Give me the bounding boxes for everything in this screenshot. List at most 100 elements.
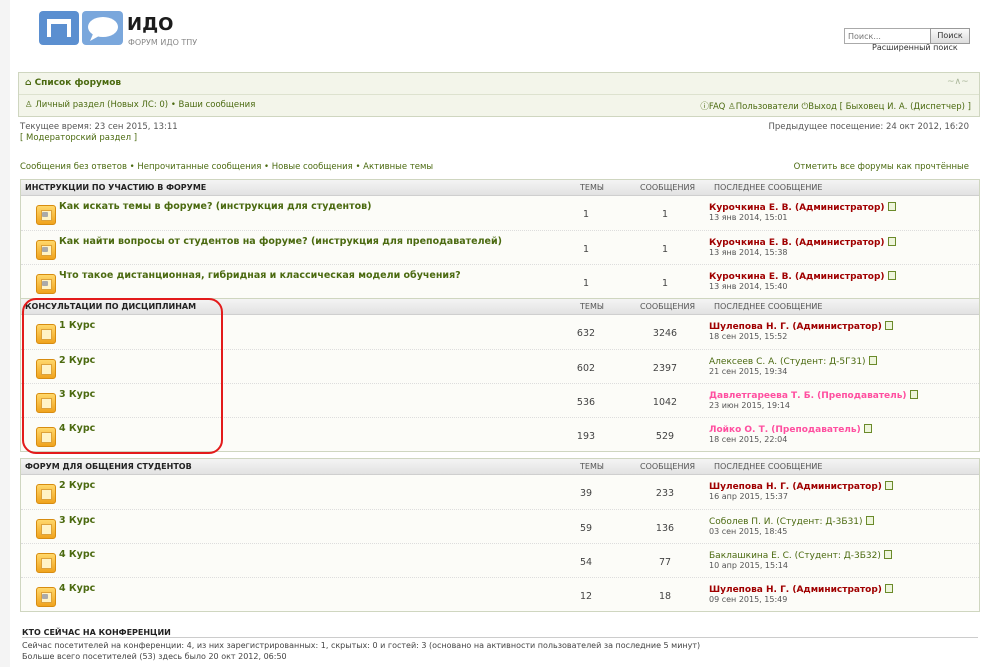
last-post-author[interactable]: Курочкина Е. В. (Администратор) (709, 271, 896, 282)
search-input[interactable] (844, 28, 934, 44)
last-post-author[interactable]: Шулепова Н. Г. (Администратор) (709, 584, 893, 595)
topic-count: 12 (579, 591, 593, 602)
last-post-author-name: Баклашкина Е. С. (Студент: Д-3Б32) (709, 551, 881, 561)
view-latest-post-icon[interactable] (868, 356, 877, 365)
last-post-author[interactable]: Курочкина Е. В. (Администратор) (709, 202, 896, 213)
your-posts-link[interactable]: Ваши сообщения (179, 100, 256, 110)
section-header: ИНСТРУКЦИИ ПО УЧАСТИЮ В ФОРУМЕ ТЕМЫ СООБЩЕ… (21, 180, 979, 196)
post-count: 1042 (652, 397, 678, 408)
section-title[interactable]: ИНСТРУКЦИИ ПО УЧАСТИЮ В ФОРУМЕ (25, 183, 206, 192)
forum-icon (36, 519, 56, 539)
forum-title-link[interactable]: 3 Курс (59, 515, 95, 526)
column-topics: ТЕМЫ (580, 183, 604, 192)
last-post-author-name: Лойко О. Т. (Преподаватель) (709, 425, 861, 435)
column-last-post: ПОСЛЕДНЕЕ СООБЩЕНИЕ (714, 302, 823, 311)
search-button[interactable]: Поиск (930, 28, 970, 44)
section-title[interactable]: ФОРУМ ДЛЯ ОБЩЕНИЯ СТУДЕНТОВ (25, 462, 192, 471)
quick-links[interactable]: Сообщения без ответов • Непрочитанные со… (20, 162, 433, 172)
column-topics: ТЕМЫ (580, 302, 604, 311)
last-visit: Предыдущее посещение: 24 окт 2012, 16:20 (768, 122, 970, 132)
forum-icon (36, 484, 56, 504)
last-post-author[interactable]: Лойко О. Т. (Преподаватель) (709, 424, 872, 435)
forum-title-link[interactable]: Что такое дистанционная, гибридная и кла… (59, 270, 461, 281)
page: ИДО ФОРУМ ИДО ТПУ Поиск Расширенный поис… (10, 0, 981, 667)
last-post-date: 16 апр 2015, 15:37 (709, 492, 788, 501)
last-post-author-name: Шулепова Н. Г. (Администратор) (709, 585, 882, 595)
navbar-divider (19, 94, 979, 95)
post-count: 136 (655, 523, 675, 534)
view-latest-post-icon[interactable] (887, 202, 896, 211)
forum-locked-icon (36, 274, 56, 294)
forum-title-link[interactable]: Как искать темы в форуме? (инструкция дл… (59, 201, 371, 212)
topic-count: 602 (576, 363, 596, 374)
current-time: Текущее время: 23 сен 2015, 13:11 (20, 122, 178, 132)
last-post-author[interactable]: Шулепова Н. Г. (Администратор) (709, 321, 893, 332)
last-post-author[interactable]: Соболев П. И. (Студент: Д-3Б31) (709, 516, 874, 527)
forum-index-link[interactable]: ⌂ Список форумов (25, 78, 121, 88)
forum-row: Что такое дистанционная, гибридная и кла… (21, 264, 979, 298)
column-last-post: ПОСЛЕДНЕЕ СООБЩЕНИЕ (714, 462, 823, 471)
last-post-author-name: Курочкина Е. В. (Администратор) (709, 203, 885, 213)
column-posts: СООБЩЕНИЯ (640, 183, 696, 192)
last-post-date: 13 янв 2014, 15:38 (709, 248, 788, 257)
post-count: 77 (658, 557, 672, 568)
view-latest-post-icon[interactable] (884, 481, 893, 490)
last-post-author-name: Давлетгареева Т. Б. (Преподаватель) (709, 391, 907, 401)
last-post-date: 18 сен 2015, 22:04 (709, 435, 788, 444)
view-latest-post-icon[interactable] (887, 271, 896, 280)
post-count: 2397 (652, 363, 678, 374)
forum-icon (36, 553, 56, 573)
view-latest-post-icon[interactable] (865, 516, 874, 525)
last-post-author-name: Алексеев С. А. (Студент: Д-5Г31) (709, 357, 866, 367)
mark-all-read-link[interactable]: Отметить все форумы как прочтённые (794, 162, 969, 172)
site-title: ИДО (127, 14, 174, 35)
home-icon: ⌂ (25, 78, 35, 88)
forum-title-link[interactable]: 2 Курс (59, 480, 95, 491)
site-logo[interactable] (38, 10, 124, 46)
topic-count: 536 (576, 397, 596, 408)
last-post-author[interactable]: Давлетгареева Т. Б. (Преподаватель) (709, 390, 918, 401)
last-post-date: 18 сен 2015, 15:52 (709, 332, 788, 341)
last-post-author[interactable]: Алексеев С. А. (Студент: Д-5Г31) (709, 356, 877, 367)
post-count: 529 (655, 431, 675, 442)
navbar-left: ♙ Личный раздел (Новых ЛС: 0) • Ваши соо… (25, 100, 255, 110)
last-post-author[interactable]: Курочкина Е. В. (Администратор) (709, 237, 896, 248)
topic-count: 1 (582, 209, 590, 220)
view-latest-post-icon[interactable] (887, 237, 896, 246)
private-messages-link[interactable]: Личный раздел (Новых ЛС: 0) (35, 100, 168, 110)
forum-title-link[interactable]: Как найти вопросы от студентов на форуме… (59, 236, 502, 247)
faq-link[interactable]: FAQ (709, 102, 725, 112)
column-posts: СООБЩЕНИЯ (640, 462, 696, 471)
forum-title-link[interactable]: 4 Курс (59, 549, 95, 560)
section-header: ФОРУМ ДЛЯ ОБЩЕНИЯ СТУДЕНТОВ ТЕМЫ СООБЩЕНИЯ… (21, 459, 979, 475)
members-link[interactable]: Пользователи (736, 102, 799, 112)
view-latest-post-icon[interactable] (909, 390, 918, 399)
forum-title-link[interactable]: 4 Курс (59, 583, 95, 594)
post-count: 1 (661, 209, 669, 220)
post-count: 1 (661, 244, 669, 255)
last-post-date: 13 янв 2014, 15:40 (709, 282, 788, 291)
forum-row: 3 Курс 59 136 Соболев П. И. (Студент: Д-3Б3… (21, 509, 979, 543)
column-posts: СООБЩЕНИЯ (640, 302, 696, 311)
record-stats: Больше всего посетителей (53) здесь было… (22, 652, 287, 661)
last-post-author[interactable]: Баклашкина Е. С. (Студент: Д-3Б32) (709, 550, 892, 561)
moderator-panel-link[interactable]: [ Модераторский раздел ] (20, 133, 137, 143)
post-count: 1 (661, 278, 669, 289)
view-latest-post-icon[interactable] (884, 321, 893, 330)
forum-locked-icon (36, 587, 56, 607)
members-icon: ♙ (728, 102, 736, 112)
separator-bullet: • (170, 100, 176, 110)
navbar: ⌂ Список форумов ~∧~ ♙ Личный раздел (Но… (18, 72, 980, 117)
faq-icon: ⓘ (700, 102, 709, 112)
view-latest-post-icon[interactable] (863, 424, 872, 433)
forum-row: Как искать темы в форуме? (инструкция дл… (21, 196, 979, 229)
highlight-annotation (22, 298, 223, 454)
view-latest-post-icon[interactable] (883, 550, 892, 559)
last-post-author[interactable]: Шулепова Н. Г. (Администратор) (709, 481, 893, 492)
view-latest-post-icon[interactable] (884, 584, 893, 593)
advanced-search-link[interactable]: Расширенный поиск (872, 43, 958, 52)
users-icon: ♙ (25, 100, 33, 110)
forum-row: 2 Курс 39 233 Шулепова Н. Г. (Администратор… (21, 475, 979, 508)
logout-link[interactable]: Выход [ Быховец И. А. (Диспетчер) ] (808, 102, 971, 112)
column-last-post: ПОСЛЕДНЕЕ СООБЩЕНИЕ (714, 183, 823, 192)
